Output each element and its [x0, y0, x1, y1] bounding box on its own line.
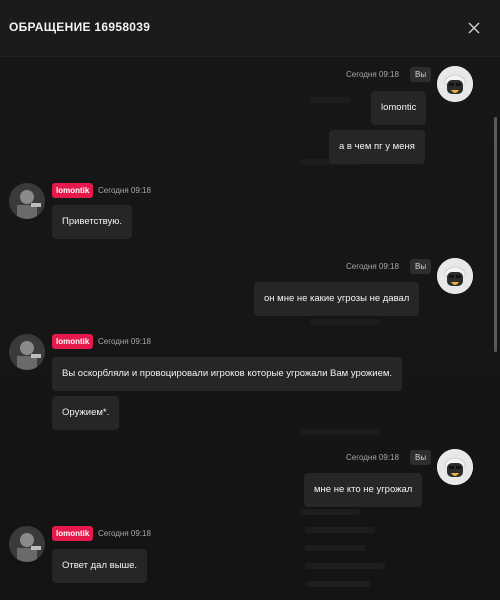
- message-bubble: lomontic: [371, 91, 427, 125]
- avatar[interactable]: [9, 526, 45, 562]
- author-badge[interactable]: lomontik: [52, 526, 94, 541]
- message-time: Сегодня 09:18: [98, 337, 151, 346]
- message-bubble: Ответ дал выше.: [52, 549, 148, 583]
- you-badge: Вы: [410, 450, 432, 465]
- avatar[interactable]: [437, 449, 473, 485]
- avatar[interactable]: [437, 258, 473, 294]
- message-bubble: а в чем пг у меня: [329, 130, 425, 164]
- message-time: Сегодня 09:18: [346, 262, 399, 271]
- message-bubble: Вы оскорбляли и провоцировали игроков ко…: [52, 357, 403, 391]
- message-time: Сегодня 09:18: [98, 529, 151, 538]
- ticket-modal: ОБРАЩЕНИЕ 16958039 Сегодня 09:18 Вы lomo…: [0, 0, 500, 600]
- avatar[interactable]: [9, 183, 45, 219]
- author-badge[interactable]: lomontik: [52, 334, 94, 349]
- avatar[interactable]: [9, 334, 45, 370]
- chat-history[interactable]: Сегодня 09:18 Вы lomontic а в чем пг у м…: [0, 57, 500, 600]
- message-time: Сегодня 09:18: [346, 70, 399, 79]
- message-bubble: Оружием*.: [52, 396, 120, 430]
- message-bubble: мне не кто не угрожал: [304, 473, 423, 507]
- scrollbar[interactable]: [494, 117, 497, 352]
- message-bubble: Приветствую.: [52, 205, 133, 239]
- you-badge: Вы: [410, 67, 432, 82]
- message-time: Сегодня 09:18: [98, 186, 151, 195]
- close-icon[interactable]: [465, 19, 483, 37]
- message-bubble: он мне не какие угрозы не давал: [254, 282, 420, 316]
- modal-header: ОБРАЩЕНИЕ 16958039: [0, 0, 500, 57]
- avatar[interactable]: [437, 66, 473, 102]
- modal-title: ОБРАЩЕНИЕ 16958039: [9, 20, 151, 34]
- message-time: Сегодня 09:18: [346, 453, 399, 462]
- author-badge[interactable]: lomontik: [52, 183, 94, 198]
- you-badge: Вы: [410, 259, 432, 274]
